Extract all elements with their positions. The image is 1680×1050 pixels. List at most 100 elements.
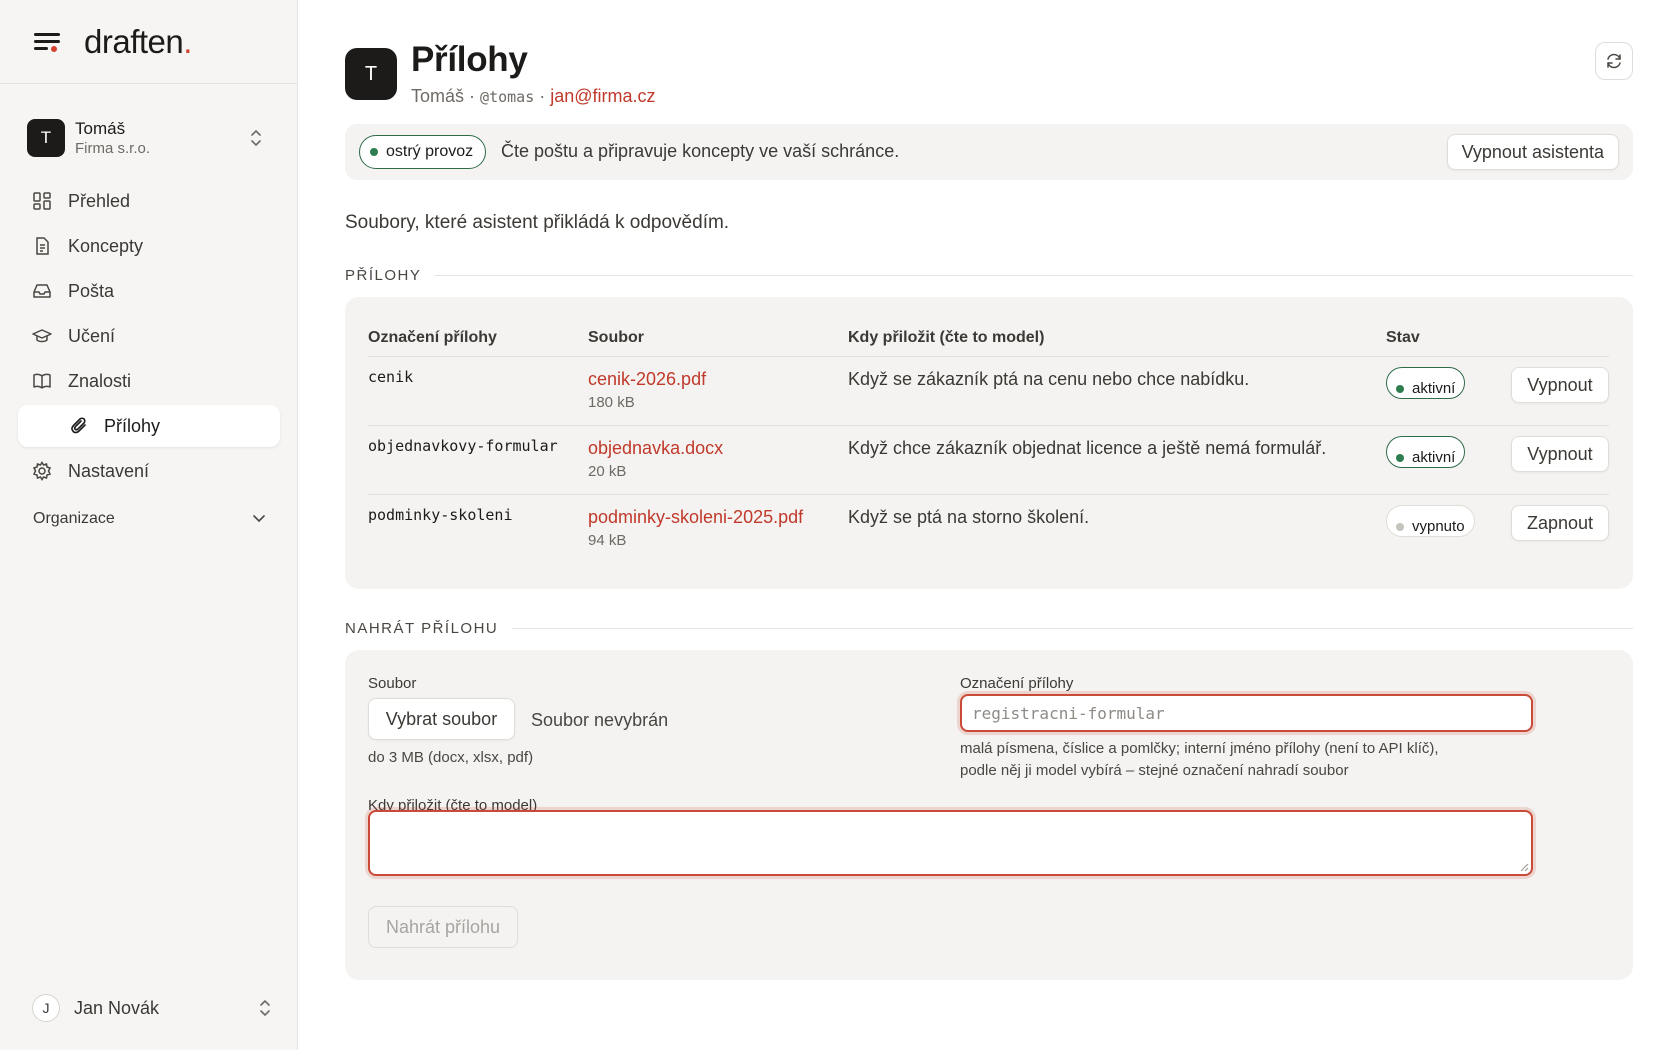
user-menu[interactable]: J Jan Novák bbox=[32, 992, 272, 1024]
column-header: Stav bbox=[1386, 329, 1420, 346]
sidebar-item-koncepty[interactable]: Koncepty bbox=[18, 225, 280, 267]
status-text: Čte poštu a připravuje koncepty ve vaší … bbox=[501, 141, 900, 161]
document-icon bbox=[32, 236, 52, 256]
column-header: Označení přílohy bbox=[368, 329, 497, 346]
attachments-table: Označení přílohy Soubor Kdy přiložit (čt… bbox=[368, 327, 1609, 564]
sidebar-nav: Přehled Koncepty Pošta Učení Znalosti Př… bbox=[18, 180, 280, 495]
resize-handle-icon[interactable] bbox=[1519, 862, 1529, 872]
attachment-file-size: 94 kB bbox=[588, 532, 627, 549]
refresh-button[interactable] bbox=[1595, 42, 1633, 80]
sidebar-group-label: Organizace bbox=[33, 510, 115, 527]
status-badge-label: vypnuto bbox=[1412, 518, 1465, 535]
sidebar-item-nastaveni[interactable]: Nastavení bbox=[18, 450, 280, 492]
menu-icon[interactable] bbox=[34, 32, 60, 52]
status-badge-label: aktivní bbox=[1412, 449, 1456, 466]
sidebar-item-label: Koncepty bbox=[68, 235, 144, 256]
disable-assistant-button[interactable]: Vypnout asistenta bbox=[1446, 134, 1619, 170]
attachment-file-link[interactable]: objednavka.docx bbox=[588, 437, 848, 459]
sidebar-item-label: Znalosti bbox=[68, 370, 132, 391]
mailbox-identity: Tomáš · @tomas · jan@firma.cz bbox=[411, 86, 656, 107]
account-org: Firma s.r.o. bbox=[75, 139, 151, 157]
gear-icon bbox=[32, 461, 52, 481]
table-row: cenik cenik-2026.pdf 180 kB Když se záka… bbox=[368, 357, 1609, 426]
status-badge: aktivní bbox=[1386, 436, 1466, 468]
table-row: objednavkovy-formular objednavka.docx 20… bbox=[368, 426, 1609, 495]
name-hint-line: podle něj ji model vybírá – stejné označ… bbox=[960, 762, 1349, 779]
sidebar: draften. T Tomáš Firma s.r.o. Přehled Ko… bbox=[0, 0, 298, 1050]
status-dot bbox=[1396, 384, 1404, 393]
user-avatar: J bbox=[32, 994, 60, 1022]
sidebar-item-znalosti[interactable]: Znalosti bbox=[18, 360, 280, 402]
chevron-up-down-icon bbox=[260, 1000, 270, 1016]
table-row: podminky-skoleni podminky-skoleni-2025.p… bbox=[368, 495, 1609, 564]
attachment-when: Když chce zákazník objednat licence a je… bbox=[848, 438, 1327, 458]
attachment-file-link[interactable]: podminky-skoleni-2025.pdf bbox=[588, 506, 848, 528]
status-dot bbox=[1396, 453, 1404, 462]
logo: draften. bbox=[84, 22, 192, 60]
separator: · bbox=[469, 86, 476, 106]
sidebar-item-prilohy[interactable]: Přílohy bbox=[18, 405, 280, 447]
name-field-label: Označení přílohy bbox=[960, 675, 1074, 692]
attachment-when: Když se zákazník ptá na cenu nebo chce n… bbox=[848, 369, 1250, 389]
divider bbox=[512, 627, 1633, 629]
refresh-icon bbox=[1607, 53, 1621, 69]
account-switcher[interactable]: T Tomáš Firma s.r.o. bbox=[27, 117, 277, 159]
assistant-status-bar: ostrý provoz Čte poštu a připravuje konc… bbox=[345, 124, 1633, 180]
chevron-up-down-icon bbox=[251, 130, 261, 146]
main-content: T Přílohy Tomáš · @tomas · jan@firma.cz … bbox=[345, 0, 1633, 1050]
attachment-label: podminky-skoleni bbox=[368, 506, 513, 524]
divider bbox=[435, 274, 1633, 276]
section-title: PŘÍLOHY bbox=[345, 266, 422, 284]
enable-attachment-button[interactable]: Zapnout bbox=[1511, 505, 1609, 541]
sidebar-item-label: Přehled bbox=[68, 190, 131, 211]
attachment-label: cenik bbox=[368, 368, 414, 386]
sidebar-item-posta[interactable]: Pošta bbox=[18, 270, 280, 312]
sidebar-group-organizace[interactable]: Organizace bbox=[33, 510, 265, 528]
status-badge: vypnuto bbox=[1386, 505, 1475, 537]
sidebar-item-label: Nastavení bbox=[68, 460, 150, 481]
dashboard-icon bbox=[32, 191, 52, 211]
attachment-file-link[interactable]: cenik-2026.pdf bbox=[588, 368, 848, 390]
mailbox-email[interactable]: jan@firma.cz bbox=[550, 86, 655, 106]
status-badge: ostrý provoz bbox=[359, 135, 487, 169]
separator: · bbox=[539, 86, 546, 106]
attachment-name-input[interactable]: registracni-formular bbox=[960, 694, 1533, 732]
user-name: Jan Novák bbox=[74, 997, 160, 1018]
disable-attachment-button[interactable]: Vypnout bbox=[1511, 436, 1609, 472]
graduation-cap-icon bbox=[32, 326, 52, 346]
section-title: NAHRÁT PŘÍLOHU bbox=[345, 619, 499, 637]
sidebar-item-label: Pošta bbox=[68, 280, 115, 301]
column-header: Soubor bbox=[588, 329, 644, 346]
page-header: T Přílohy Tomáš · @tomas · jan@firma.cz bbox=[345, 40, 1633, 112]
mailbox-handle: @tomas bbox=[480, 88, 535, 106]
column-header: Kdy přiložit (čte to model) bbox=[848, 329, 1045, 346]
name-hint-line: malá písmena, číslice a pomlčky; interní… bbox=[960, 740, 1439, 757]
upload-card: Soubor Vybrat soubor Soubor nevybrán do … bbox=[345, 650, 1633, 980]
attachment-file-size: 180 kB bbox=[588, 394, 635, 411]
attachment-when: Když se ptá na storno školení. bbox=[848, 507, 1090, 527]
status-badge-label: aktivní bbox=[1412, 380, 1456, 397]
attachments-card: Označení přílohy Soubor Kdy přiložit (čt… bbox=[345, 297, 1633, 589]
upload-attachment-button[interactable]: Nahrát přílohu bbox=[368, 906, 518, 948]
file-status: Soubor nevybrán bbox=[531, 710, 669, 730]
account-avatar: T bbox=[27, 119, 65, 157]
sidebar-item-label: Učení bbox=[68, 325, 116, 346]
sidebar-item-uceni[interactable]: Učení bbox=[18, 315, 280, 357]
when-textarea[interactable] bbox=[368, 810, 1533, 876]
mailbox-avatar: T bbox=[345, 48, 397, 100]
file-field-label: Soubor bbox=[368, 675, 417, 692]
paperclip-icon bbox=[70, 416, 90, 436]
choose-file-button[interactable]: Vybrat soubor bbox=[368, 698, 515, 740]
file-hint: do 3 MB (docx, xlsx, pdf) bbox=[368, 749, 534, 766]
table-header: Označení přílohy Soubor Kdy přiložit (čt… bbox=[368, 327, 1609, 357]
status-badge-label: ostrý provoz bbox=[386, 143, 474, 160]
page-description: Soubory, které asistent přikládá k odpov… bbox=[345, 212, 730, 233]
inbox-icon bbox=[32, 281, 52, 301]
sidebar-item-prehled[interactable]: Přehled bbox=[18, 180, 280, 222]
mailbox-owner: Tomáš bbox=[411, 86, 465, 106]
disable-attachment-button[interactable]: Vypnout bbox=[1511, 367, 1609, 403]
status-dot bbox=[1396, 522, 1404, 531]
page-title: Přílohy bbox=[411, 40, 528, 79]
attachments-section-header: PŘÍLOHY bbox=[345, 265, 1633, 285]
book-icon bbox=[32, 371, 52, 391]
